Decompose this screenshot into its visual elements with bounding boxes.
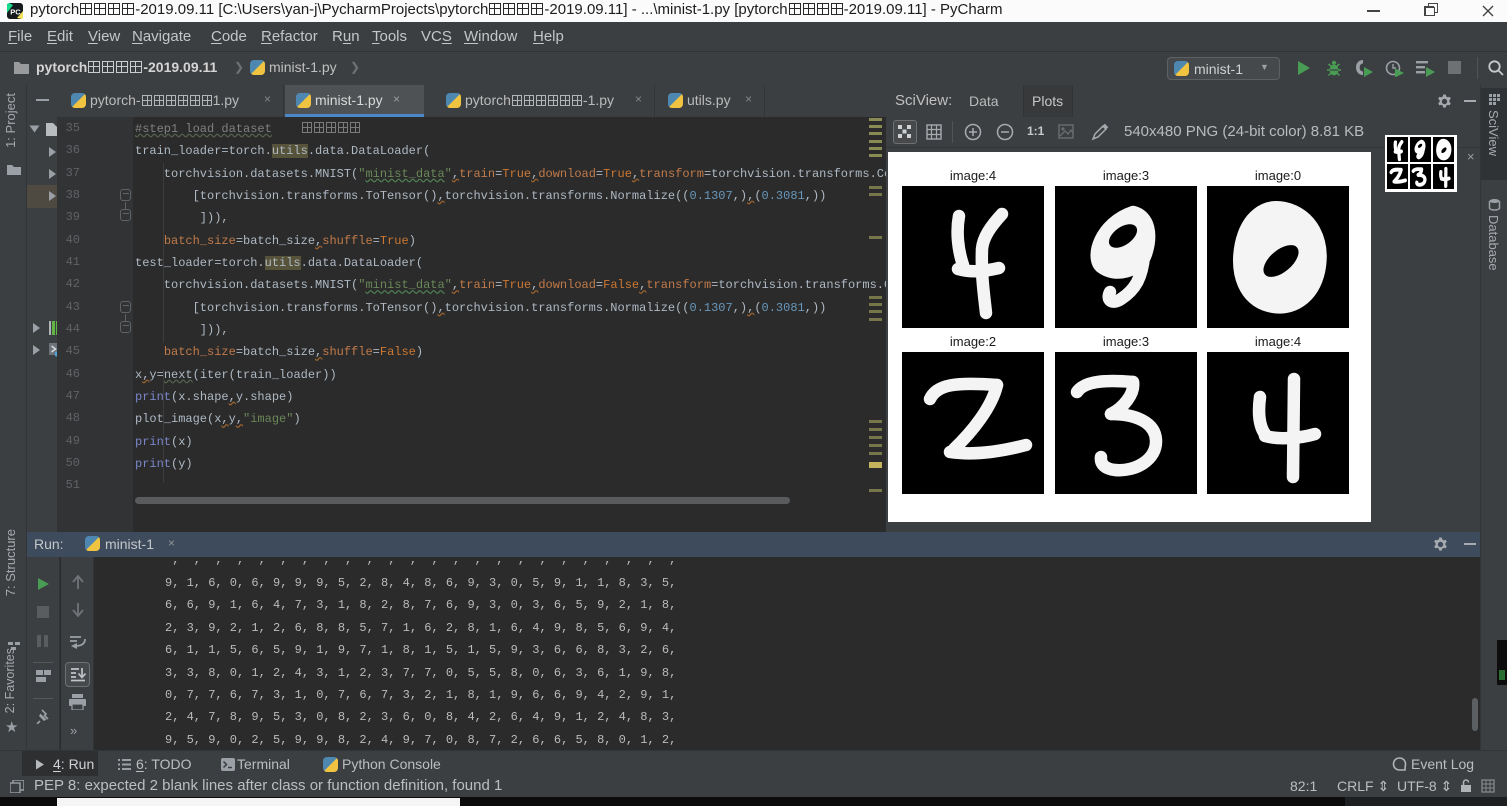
svg-text:PC: PC <box>10 8 21 17</box>
